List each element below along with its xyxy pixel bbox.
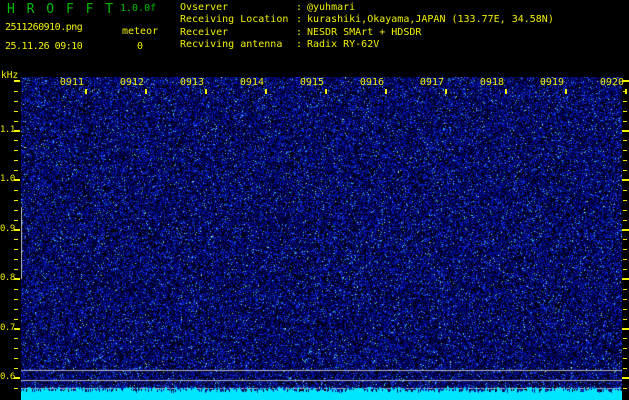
freq-minor-tick-right <box>623 348 627 349</box>
freq-tick-label: 0.6 <box>0 373 15 382</box>
freq-minor-tick-right <box>623 299 627 300</box>
info-value: Radix RY-62V <box>307 40 379 50</box>
freq-minor-tick-left <box>14 309 18 310</box>
freq-minor-tick-right <box>623 249 627 250</box>
info-separator: : <box>296 40 302 50</box>
observation-info: Ovserver : @yuhmari Receiving Location :… <box>180 3 629 59</box>
meteor-counter-value: 0 <box>122 42 158 52</box>
freq-minor-tick-left <box>14 111 18 112</box>
freq-minor-tick-left <box>14 239 18 240</box>
app-version: 1.0.0f <box>120 4 156 14</box>
freq-tick-label: 0.9 <box>0 225 15 234</box>
freq-major-tick-left <box>14 229 20 231</box>
info-row-location: Receiving Location : kurashiki,Okayama,J… <box>180 15 629 26</box>
freq-minor-tick-right <box>623 220 627 221</box>
freq-minor-tick-right <box>623 259 627 260</box>
freq-major-tick-left <box>14 328 20 330</box>
freq-major-tick-right <box>622 278 629 280</box>
freq-minor-tick-left <box>14 160 18 161</box>
info-label: Recviving antenna <box>180 40 282 50</box>
freq-minor-tick-left <box>14 368 18 369</box>
freq-minor-tick-right <box>623 170 627 171</box>
freq-major-tick-left <box>14 377 20 379</box>
info-value: NESDR SMArt + HDSDR <box>307 28 421 38</box>
freq-major-tick-left <box>14 179 20 181</box>
freq-minor-tick-left <box>14 170 18 171</box>
freq-minor-tick-right <box>623 150 627 151</box>
freq-minor-tick-right <box>623 210 627 211</box>
freq-major-tick-left <box>14 278 20 280</box>
info-separator: : <box>296 3 302 13</box>
freq-minor-tick-left <box>14 210 18 211</box>
freq-tick-label: 0.8 <box>0 274 15 283</box>
info-label: Receiving Location <box>180 15 288 25</box>
freq-minor-tick-right <box>623 121 627 122</box>
freq-minor-tick-right <box>623 338 627 339</box>
info-row-observer: Ovserver : @yuhmari <box>180 3 629 14</box>
freq-major-tick-right <box>622 130 629 132</box>
freq-minor-tick-left <box>14 150 18 151</box>
freq-minor-tick-right <box>623 200 627 201</box>
freq-minor-tick-right <box>623 309 627 310</box>
freq-tick-label: 1.0 <box>0 175 15 184</box>
freq-major-tick-right <box>622 229 629 231</box>
freq-minor-tick-right <box>623 91 627 92</box>
freq-minor-tick-left <box>14 358 18 359</box>
freq-minor-tick-left <box>14 338 18 339</box>
freq-minor-tick-left <box>14 190 18 191</box>
hrofft-window: H R O F F T 1.0.0f 2511260910.png meteor… <box>0 0 629 400</box>
freq-major-tick-right <box>622 179 629 181</box>
freq-minor-tick-right <box>623 111 627 112</box>
info-separator: : <box>296 15 302 25</box>
freq-minor-tick-left <box>14 319 18 320</box>
freq-minor-tick-right <box>623 140 627 141</box>
freq-minor-tick-left <box>14 249 18 250</box>
freq-minor-tick-right <box>623 358 627 359</box>
freq-minor-tick-left <box>14 269 18 270</box>
info-value: @yuhmari <box>307 3 355 13</box>
info-separator: : <box>296 28 302 38</box>
meteor-counter-label: meteor <box>122 27 158 37</box>
freq-axis-unit-label: kHz <box>1 71 18 80</box>
freq-minor-tick-right <box>623 319 627 320</box>
freq-major-tick-right <box>622 377 629 379</box>
freq-minor-tick-left <box>14 259 18 260</box>
freq-major-tick-left <box>14 130 20 132</box>
freq-minor-tick-right <box>623 239 627 240</box>
freq-minor-tick-left <box>14 220 18 221</box>
app-title: H R O F F T <box>7 4 115 16</box>
spectrogram-canvas <box>21 77 622 400</box>
freq-minor-tick-left <box>14 101 18 102</box>
freq-minor-tick-left <box>14 289 18 290</box>
freq-minor-tick-left <box>14 140 18 141</box>
freq-minor-tick-right <box>623 160 627 161</box>
freq-minor-tick-right <box>623 101 627 102</box>
freq-minor-tick-right <box>623 190 627 191</box>
freq-minor-tick-left <box>14 388 18 389</box>
freq-minor-tick-right <box>623 289 627 290</box>
freq-minor-tick-right <box>623 368 627 369</box>
freq-minor-tick-left <box>14 91 18 92</box>
freq-minor-tick-right <box>623 269 627 270</box>
date-time-label: 25.11.26 09:10 <box>5 42 82 52</box>
output-filename: 2511260910.png <box>5 23 82 33</box>
info-row-antenna: Recviving antenna : Radix RY-62V <box>180 40 629 51</box>
info-label: Ovserver <box>180 3 228 13</box>
info-row-receiver: Receiver : NESDR SMArt + HDSDR <box>180 28 629 39</box>
freq-major-tick-right <box>622 328 629 330</box>
freq-major-tick-right <box>622 80 629 82</box>
freq-tick-label: 1.1 <box>0 126 15 135</box>
freq-minor-tick-right <box>623 388 627 389</box>
info-label: Receiver <box>180 28 228 38</box>
freq-minor-tick-left <box>14 121 18 122</box>
freq-minor-tick-left <box>14 348 18 349</box>
info-value: kurashiki,Okayama,JAPAN (133.77E, 34.58N… <box>307 15 554 25</box>
time-tick <box>625 89 627 94</box>
freq-minor-tick-left <box>14 299 18 300</box>
freq-minor-tick-left <box>14 200 18 201</box>
freq-tick-label: 0.7 <box>0 324 15 333</box>
